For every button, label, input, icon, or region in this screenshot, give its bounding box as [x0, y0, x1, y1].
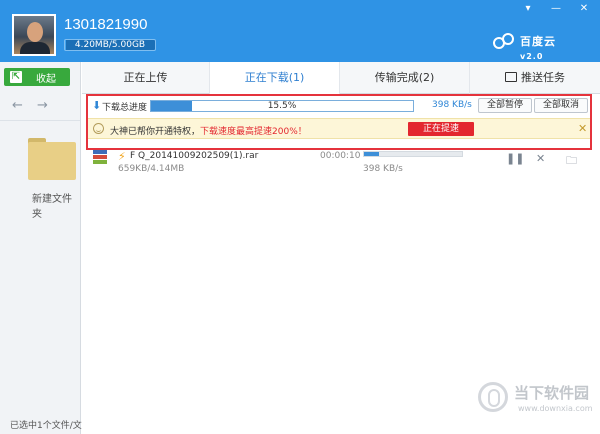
- avatar-face: [27, 22, 43, 42]
- avatar[interactable]: [12, 14, 56, 56]
- quota-text: 4.20MB/5.00GB: [74, 40, 146, 50]
- cloud-logo-icon: [493, 33, 514, 49]
- watermark-text: 当下软件园: [514, 384, 590, 402]
- menu-chevron-icon[interactable]: ▾: [518, 2, 538, 16]
- folder-label: 新建文件夹: [32, 194, 72, 220]
- tab-uploading[interactable]: 正在上传: [82, 62, 210, 94]
- delete-icon[interactable]: ✕: [536, 152, 545, 165]
- forward-arrow-icon[interactable]: →: [37, 98, 48, 113]
- watermark-icon: [478, 382, 508, 412]
- watermark-logo: 当下软件园 www.downxia.com: [478, 378, 596, 422]
- collapse-icon: ⇱: [10, 71, 22, 83]
- selection-status: 已选中1个文件/文件: [10, 421, 91, 431]
- rar-file-icon: [93, 150, 107, 164]
- logo-text: 百度云 v2.0: [520, 35, 556, 61]
- folder-icon[interactable]: [28, 138, 76, 180]
- pause-icon[interactable]: ❚❚: [506, 152, 524, 165]
- file-size: 659KB/4.14MB: [118, 164, 185, 174]
- title-bar: 1301821990 4.20MB/5.00GB ▾ — ✕ 百度云 v2.0: [0, 0, 600, 62]
- open-folder-icon[interactable]: 🗀: [566, 152, 577, 171]
- tab-downloading[interactable]: 正在下载(1): [210, 62, 340, 94]
- back-arrow-icon[interactable]: ←: [12, 98, 23, 113]
- baidu-cloud-logo: 百度云 v2.0: [492, 30, 582, 61]
- minimize-icon[interactable]: —: [546, 2, 566, 16]
- file-name: F Q_20141009202509(1).rar: [130, 151, 259, 161]
- transfer-tabs: 正在上传 正在下载(1) 传输完成(2) 推送任务: [82, 62, 600, 94]
- task-progress-bar: [363, 151, 463, 157]
- watermark-url: www.downxia.com: [518, 404, 593, 413]
- collapse-button[interactable]: ⇱ 收起: [4, 68, 70, 86]
- nav-arrows: ← →: [12, 98, 58, 113]
- username: 1301821990: [64, 16, 148, 33]
- left-sidebar: ⇱ 收起 ← → 新建文件夹 已选中1个文件/文件: [0, 62, 91, 434]
- task-speed: 398 KB/s: [363, 164, 403, 174]
- collapse-label: 收起: [36, 74, 56, 85]
- task-progress-fill: [364, 152, 380, 156]
- close-window-icon[interactable]: ✕: [574, 2, 594, 16]
- quota-bar: 4.20MB/5.00GB: [64, 39, 156, 51]
- tab-push-tasks[interactable]: 推送任务: [470, 62, 600, 94]
- highlight-box: [86, 94, 592, 150]
- speedup-bolt-icon: ⚡: [118, 150, 126, 163]
- download-task-row[interactable]: ⚡ F Q_20141009202509(1).rar 659KB/4.14MB…: [82, 146, 600, 182]
- push-icon: [505, 72, 517, 82]
- elapsed-time: 00:00:10: [320, 151, 361, 161]
- tab-completed[interactable]: 传输完成(2): [340, 62, 470, 94]
- avatar-body: [20, 42, 50, 54]
- divider: [0, 120, 80, 121]
- folder-body: [28, 142, 76, 180]
